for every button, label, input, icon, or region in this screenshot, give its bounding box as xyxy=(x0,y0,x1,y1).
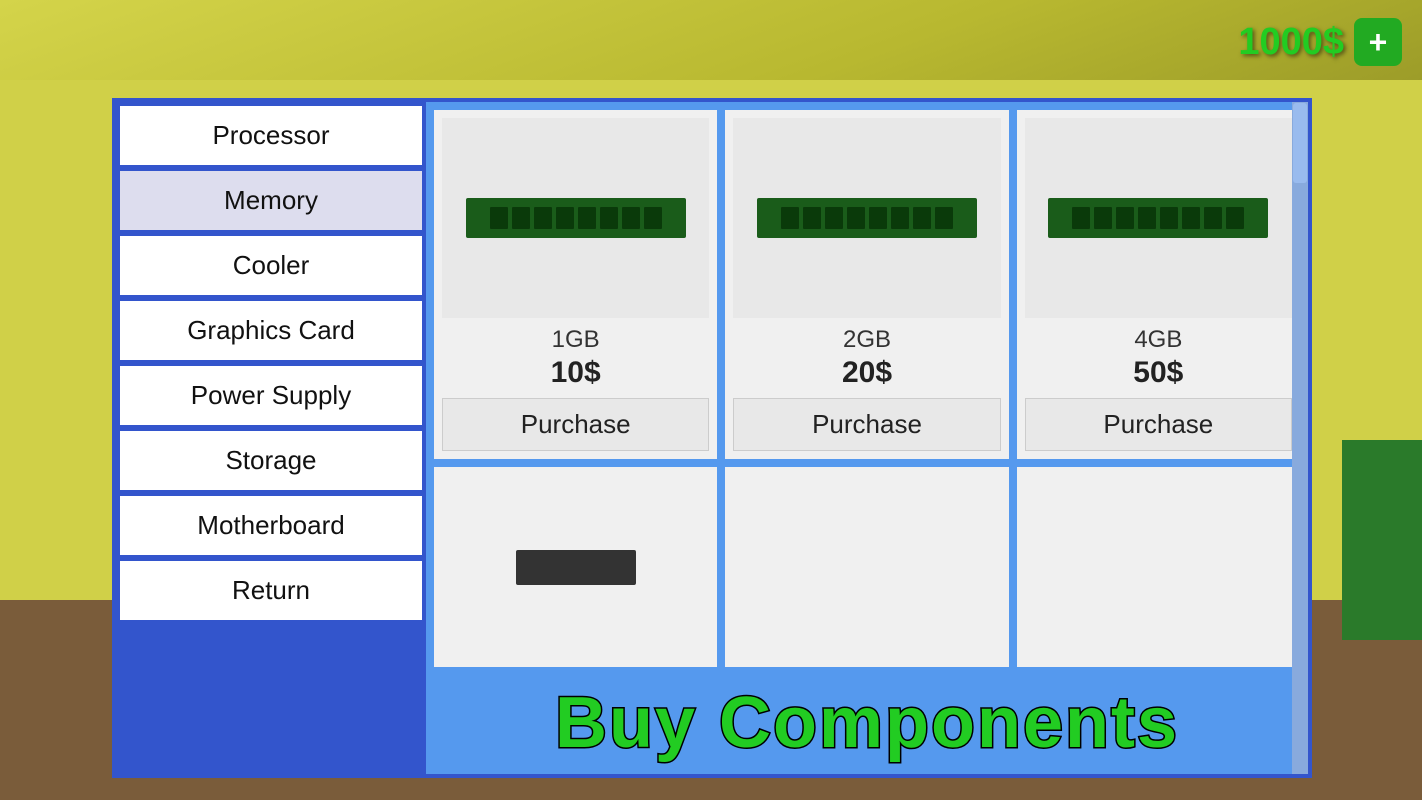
ram-chip xyxy=(913,207,931,229)
purchase-button-4gb[interactable]: Purchase xyxy=(1025,398,1292,451)
ram-stick-1gb xyxy=(466,188,686,248)
ram-chip xyxy=(847,207,865,229)
product-image-4gb xyxy=(1025,118,1292,318)
sidebar-item-return[interactable]: Return xyxy=(118,559,424,622)
ram-stick-2gb xyxy=(757,188,977,248)
product-card-4gb: 4GB 50$ Purchase xyxy=(1017,110,1300,459)
product-price-4gb: 50$ xyxy=(1133,356,1183,390)
money-display: 1000$ + xyxy=(1238,18,1402,66)
scrollbar-thumb[interactable] xyxy=(1293,103,1307,183)
product-card-1gb: 1GB 10$ Purchase xyxy=(434,110,717,459)
ram-chip xyxy=(1226,207,1244,229)
product-image-2gb xyxy=(733,118,1000,318)
ram-chip xyxy=(891,207,909,229)
ram-chip xyxy=(1072,207,1090,229)
ram-body-4gb xyxy=(1048,198,1268,238)
purchase-button-2gb[interactable]: Purchase xyxy=(733,398,1000,451)
ram-chip xyxy=(1116,207,1134,229)
ram-chip xyxy=(935,207,953,229)
product-card-partial-1 xyxy=(434,467,717,667)
product-price-2gb: 20$ xyxy=(842,356,892,390)
sidebar: Processor Memory Cooler Graphics Card Po… xyxy=(116,102,426,774)
scrollbar[interactable] xyxy=(1292,102,1308,774)
ram-chip xyxy=(534,207,552,229)
money-amount: 1000$ xyxy=(1238,21,1344,64)
sidebar-item-memory[interactable]: Memory xyxy=(118,169,424,232)
purchase-button-1gb[interactable]: Purchase xyxy=(442,398,709,451)
ram-chip xyxy=(1138,207,1156,229)
buy-components-overlay: Buy Components xyxy=(426,682,1308,764)
product-name-4gb: 4GB xyxy=(1134,326,1182,354)
ram-chip xyxy=(1182,207,1200,229)
ram-stick-4gb xyxy=(1048,188,1268,248)
ram-chip xyxy=(600,207,618,229)
product-card-2gb: 2GB 20$ Purchase xyxy=(725,110,1008,459)
sidebar-item-power-supply[interactable]: Power Supply xyxy=(118,364,424,427)
product-card-partial-2 xyxy=(725,467,1008,667)
sidebar-item-cooler[interactable]: Cooler xyxy=(118,234,424,297)
content-area: 1GB 10$ Purchase xyxy=(426,102,1308,774)
ram-chip xyxy=(781,207,799,229)
ram-chip xyxy=(803,207,821,229)
ram-chip xyxy=(1160,207,1178,229)
sidebar-item-storage[interactable]: Storage xyxy=(118,429,424,492)
product-name-1gb: 1GB xyxy=(552,326,600,354)
ram-chip xyxy=(1094,207,1112,229)
products-grid: 1GB 10$ Purchase xyxy=(434,110,1300,667)
product-image-1gb xyxy=(442,118,709,318)
ram-chip xyxy=(1204,207,1222,229)
ram-chip xyxy=(644,207,662,229)
money-add-button[interactable]: + xyxy=(1354,18,1402,66)
main-panel: Processor Memory Cooler Graphics Card Po… xyxy=(112,98,1312,778)
product-name-2gb: 2GB xyxy=(843,326,891,354)
ram-chip xyxy=(490,207,508,229)
ram-chip xyxy=(512,207,530,229)
ram-chip xyxy=(578,207,596,229)
green-corner-decoration xyxy=(1342,440,1422,640)
product-price-1gb: 10$ xyxy=(551,356,601,390)
ram-body-1gb xyxy=(466,198,686,238)
sidebar-item-processor[interactable]: Processor xyxy=(118,104,424,167)
product-card-partial-3 xyxy=(1017,467,1300,667)
sidebar-item-motherboard[interactable]: Motherboard xyxy=(118,494,424,557)
ram-body-2gb xyxy=(757,198,977,238)
ram-small-1 xyxy=(516,550,636,585)
sidebar-item-graphics-card[interactable]: Graphics Card xyxy=(118,299,424,362)
ram-chip xyxy=(869,207,887,229)
ram-chip xyxy=(556,207,574,229)
ram-chip xyxy=(622,207,640,229)
ram-chip xyxy=(825,207,843,229)
